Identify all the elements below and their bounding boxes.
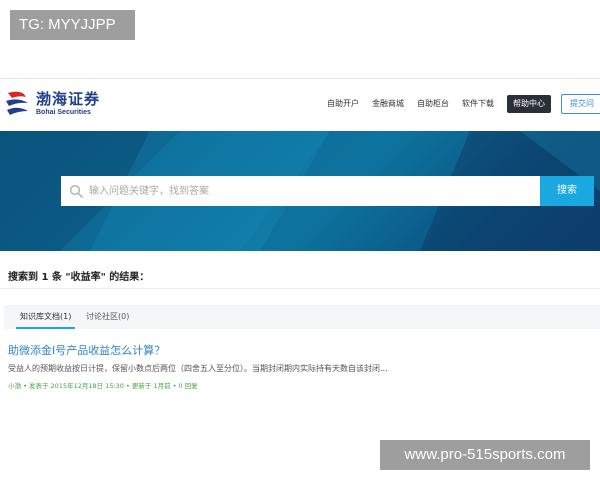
nav-self-service-counter[interactable]: 自助柜台 (417, 95, 449, 113)
nav-financial-mall[interactable]: 金融商城 (372, 95, 404, 113)
bohai-logo[interactable]: 渤海证券 Bohai Securities (4, 87, 114, 121)
tab-knowledge-base[interactable]: 知识库文档(1) (16, 305, 76, 329)
search-box (61, 176, 541, 206)
bohai-logo-icon (6, 91, 28, 115)
search-banner: 搜索 (0, 131, 600, 251)
search-input[interactable] (89, 176, 539, 206)
search-result-summary: 搜索到 1 条 "收益率" 的结果： (8, 272, 150, 283)
nav-software-download[interactable]: 软件下载 (462, 95, 494, 113)
nav-help-center[interactable]: 帮助中心 (507, 95, 551, 113)
tab-discussion-community[interactable]: 讨论社区(0) (82, 305, 133, 329)
nav-self-account-opening[interactable]: 自助开户 (327, 95, 359, 113)
nav-submit-question-button[interactable]: 提交问 (561, 94, 600, 114)
search-button[interactable]: 搜索 (540, 176, 594, 206)
site-header: 渤海证券 Bohai Securities 自助开户 金融商城 自助柜台 软件下… (0, 78, 600, 130)
search-icon (69, 184, 83, 198)
divider (0, 288, 600, 289)
logo-chinese-name: 渤海证券 (36, 90, 101, 108)
top-navigation: 自助开户 金融商城 自助柜台 软件下载 帮助中心 提交问 (327, 94, 600, 114)
result-snippet: 受益人的预期收益按日计提，保留小数点后两位（四舍五入至分位）。当期封闭期内实际持… (8, 364, 388, 373)
result-tabs: 知识库文档(1) 讨论社区(0) (4, 305, 600, 329)
tg-label: TG: MYYJJPP (10, 10, 135, 40)
logo-english-name: Bohai Securities (36, 109, 91, 116)
result-title-link[interactable]: 助微添金I号产品收益怎么计算？ (8, 343, 598, 359)
result-meta: 小渤 • 发表于 2015年12月18日 15:30 • 更新于 1月前 • 0… (8, 382, 198, 390)
result-list-item: 助微添金I号产品收益怎么计算？ 受益人的预期收益按日计提，保留小数点后两位（四舍… (8, 343, 598, 391)
watermark-url: www.pro-515sports.com (380, 440, 590, 470)
